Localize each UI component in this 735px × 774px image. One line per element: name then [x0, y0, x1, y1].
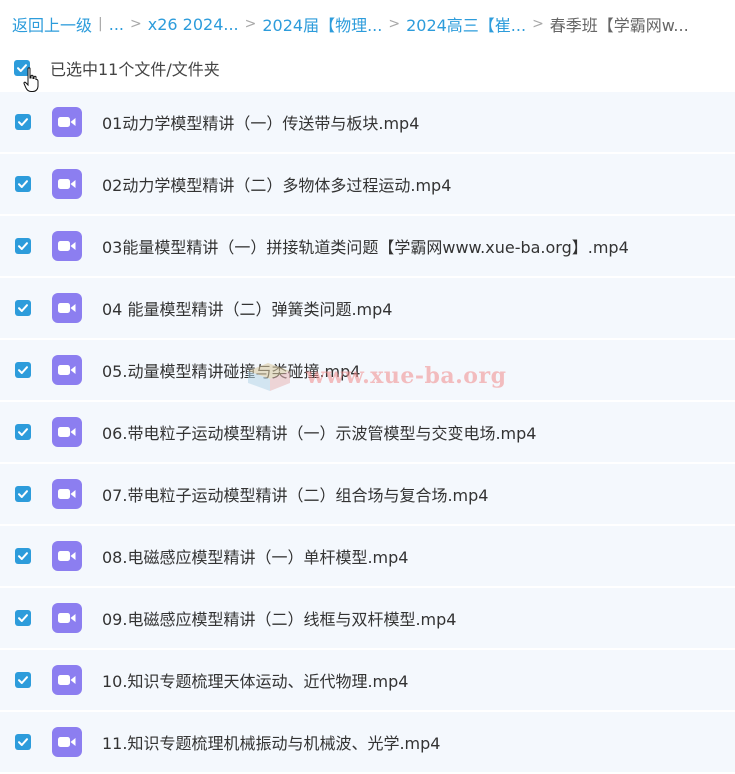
checkmark-icon	[18, 118, 28, 126]
breadcrumb-ellipsis[interactable]: ...	[109, 15, 124, 34]
checkmark-icon	[18, 366, 28, 374]
file-name[interactable]: 09.电磁感应模型精讲（二）线框与双杆模型.mp4	[102, 606, 456, 630]
file-checkbox[interactable]	[15, 610, 31, 626]
selection-count-label: 已选中11个文件/文件夹	[50, 60, 220, 79]
checkmark-icon	[18, 738, 28, 746]
video-file-icon	[52, 169, 82, 199]
checkmark-icon	[18, 242, 28, 250]
file-checkbox[interactable]	[15, 548, 31, 564]
video-camera-icon	[58, 427, 76, 437]
checkmark-icon	[18, 180, 28, 188]
file-name[interactable]: 10.知识专题梳理天体运动、近代物理.mp4	[102, 668, 408, 692]
video-file-icon	[52, 293, 82, 323]
chevron-right-icon: >	[130, 16, 142, 32]
file-row[interactable]: 05.动量模型精讲碰撞与类碰撞.mp4	[0, 340, 735, 402]
file-row[interactable]: 08.电磁感应模型精讲（一）单杆模型.mp4	[0, 526, 735, 588]
file-row[interactable]: 07.带电粒子运动模型精讲（二）组合场与复合场.mp4	[0, 464, 735, 526]
hand-cursor-icon	[23, 67, 39, 92]
file-name[interactable]: 05.动量模型精讲碰撞与类碰撞.mp4	[102, 358, 360, 382]
select-all-bar: 已选中11个文件/文件夹	[14, 56, 220, 80]
chevron-right-icon: >	[388, 16, 401, 32]
video-file-icon	[52, 355, 82, 385]
checkmark-icon	[18, 614, 28, 622]
file-name[interactable]: 06.带电粒子运动模型精讲（一）示波管模型与交变电场.mp4	[102, 420, 536, 444]
file-name[interactable]: 04 能量模型精讲（二）弹簧类问题.mp4	[102, 296, 392, 320]
video-camera-icon	[58, 675, 76, 685]
video-file-icon	[52, 231, 82, 261]
file-list: 01动力学模型精讲（一）传送带与板块.mp4 02动力学模型精讲（二）多物体多过程…	[0, 92, 735, 774]
video-camera-icon	[58, 303, 76, 313]
file-checkbox[interactable]	[15, 362, 31, 378]
checkmark-icon	[18, 676, 28, 684]
video-file-icon	[52, 107, 82, 137]
file-checkbox[interactable]	[15, 300, 31, 316]
video-file-icon	[52, 665, 82, 695]
video-file-icon	[52, 417, 82, 447]
file-row[interactable]: 11.知识专题梳理机械振动与机械波、光学.mp4	[0, 712, 735, 774]
file-checkbox[interactable]	[15, 486, 31, 502]
file-row[interactable]: 06.带电粒子运动模型精讲（一）示波管模型与交变电场.mp4	[0, 402, 735, 464]
video-file-icon	[52, 541, 82, 571]
breadcrumb-item-3[interactable]: 2024高三【崔...	[406, 12, 526, 36]
video-camera-icon	[58, 241, 76, 251]
breadcrumb-current: 春季班【学霸网w...	[549, 16, 689, 35]
video-camera-icon	[58, 551, 76, 561]
checkmark-icon	[18, 304, 28, 312]
breadcrumb-item-2[interactable]: 2024届【物理...	[262, 12, 382, 36]
file-row[interactable]: 10.知识专题梳理天体运动、近代物理.mp4	[0, 650, 735, 712]
video-file-icon	[52, 727, 82, 757]
video-camera-icon	[58, 365, 76, 375]
breadcrumb: 返回上一级 | ... > x26 2024... > 2024届【物理... …	[12, 12, 689, 36]
file-checkbox[interactable]	[15, 238, 31, 254]
file-row[interactable]: 04 能量模型精讲（二）弹簧类问题.mp4	[0, 278, 735, 340]
video-file-icon	[52, 479, 82, 509]
chevron-right-icon: >	[244, 16, 257, 32]
video-camera-icon	[58, 117, 76, 127]
file-row[interactable]: 09.电磁感应模型精讲（二）线框与双杆模型.mp4	[0, 588, 735, 650]
file-name[interactable]: 11.知识专题梳理机械振动与机械波、光学.mp4	[102, 730, 440, 754]
video-camera-icon	[58, 489, 76, 499]
file-name[interactable]: 07.带电粒子运动模型精讲（二）组合场与复合场.mp4	[102, 482, 488, 506]
file-checkbox[interactable]	[15, 734, 31, 750]
breadcrumb-separator: |	[98, 16, 103, 32]
video-file-icon	[52, 603, 82, 633]
file-name[interactable]: 03能量模型精讲（一）拼接轨道类问题【学霸网www.xue-ba.org】.mp…	[102, 234, 629, 258]
file-name[interactable]: 01动力学模型精讲（一）传送带与板块.mp4	[102, 110, 419, 134]
video-camera-icon	[58, 613, 76, 623]
video-camera-icon	[58, 179, 76, 189]
file-checkbox[interactable]	[15, 114, 31, 130]
checkmark-icon	[18, 490, 28, 498]
breadcrumb-back-link[interactable]: 返回上一级	[12, 12, 92, 36]
file-row[interactable]: 01动力学模型精讲（一）传送带与板块.mp4	[0, 92, 735, 154]
file-name[interactable]: 08.电磁感应模型精讲（一）单杆模型.mp4	[102, 544, 408, 568]
checkmark-icon	[18, 552, 28, 560]
file-checkbox[interactable]	[15, 176, 31, 192]
file-checkbox[interactable]	[15, 672, 31, 688]
file-checkbox[interactable]	[15, 424, 31, 440]
breadcrumb-item-1[interactable]: x26 2024...	[148, 15, 239, 34]
chevron-right-icon: >	[532, 16, 544, 32]
video-camera-icon	[58, 737, 76, 747]
file-row[interactable]: 02动力学模型精讲（二）多物体多过程运动.mp4	[0, 154, 735, 216]
file-name[interactable]: 02动力学模型精讲（二）多物体多过程运动.mp4	[102, 172, 451, 196]
checkmark-icon	[18, 428, 28, 436]
file-row[interactable]: 03能量模型精讲（一）拼接轨道类问题【学霸网www.xue-ba.org】.mp…	[0, 216, 735, 278]
